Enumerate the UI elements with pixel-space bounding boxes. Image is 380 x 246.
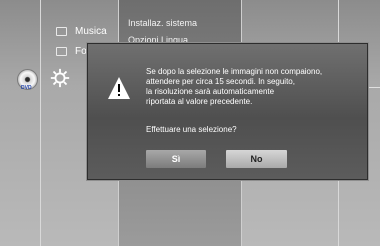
menu-item-label: Fo [75, 46, 87, 57]
dialog-message: Se dopo la selezione le immagini non com… [146, 67, 356, 107]
dialog-message-line: riportata al valore precedente. [146, 97, 253, 106]
menu-divider-left [40, 0, 41, 246]
yes-button[interactable]: Sì [146, 150, 206, 168]
dialog-message-line: la risoluzione sarà automaticamente [146, 87, 275, 96]
resolution-warning-dialog: Se dopo la selezione le immagini non com… [86, 42, 369, 181]
music-icon [56, 26, 67, 36]
menu-item-musica[interactable]: Musica [56, 26, 107, 40]
dialog-message-line: attendere per circa 15 secondi. In segui… [146, 77, 295, 86]
disc-label: DVD [21, 85, 32, 91]
dialog-question: Effettuare una selezione? [146, 125, 237, 134]
photo-icon [56, 46, 67, 56]
menu-item-label: Musica [75, 26, 107, 37]
dialog-message-line: Se dopo la selezione le immagini non com… [146, 67, 323, 76]
no-button[interactable]: No [226, 150, 287, 168]
gear-icon[interactable] [49, 67, 71, 89]
menu-item-foto[interactable]: Fo [56, 46, 87, 60]
tv-menu-screen: Installaz. sistema Opzioni Lingua Musica… [0, 0, 380, 246]
warning-icon [108, 77, 130, 99]
submenu-item-installazione-sistema[interactable]: Installaz. sistema [128, 18, 197, 28]
